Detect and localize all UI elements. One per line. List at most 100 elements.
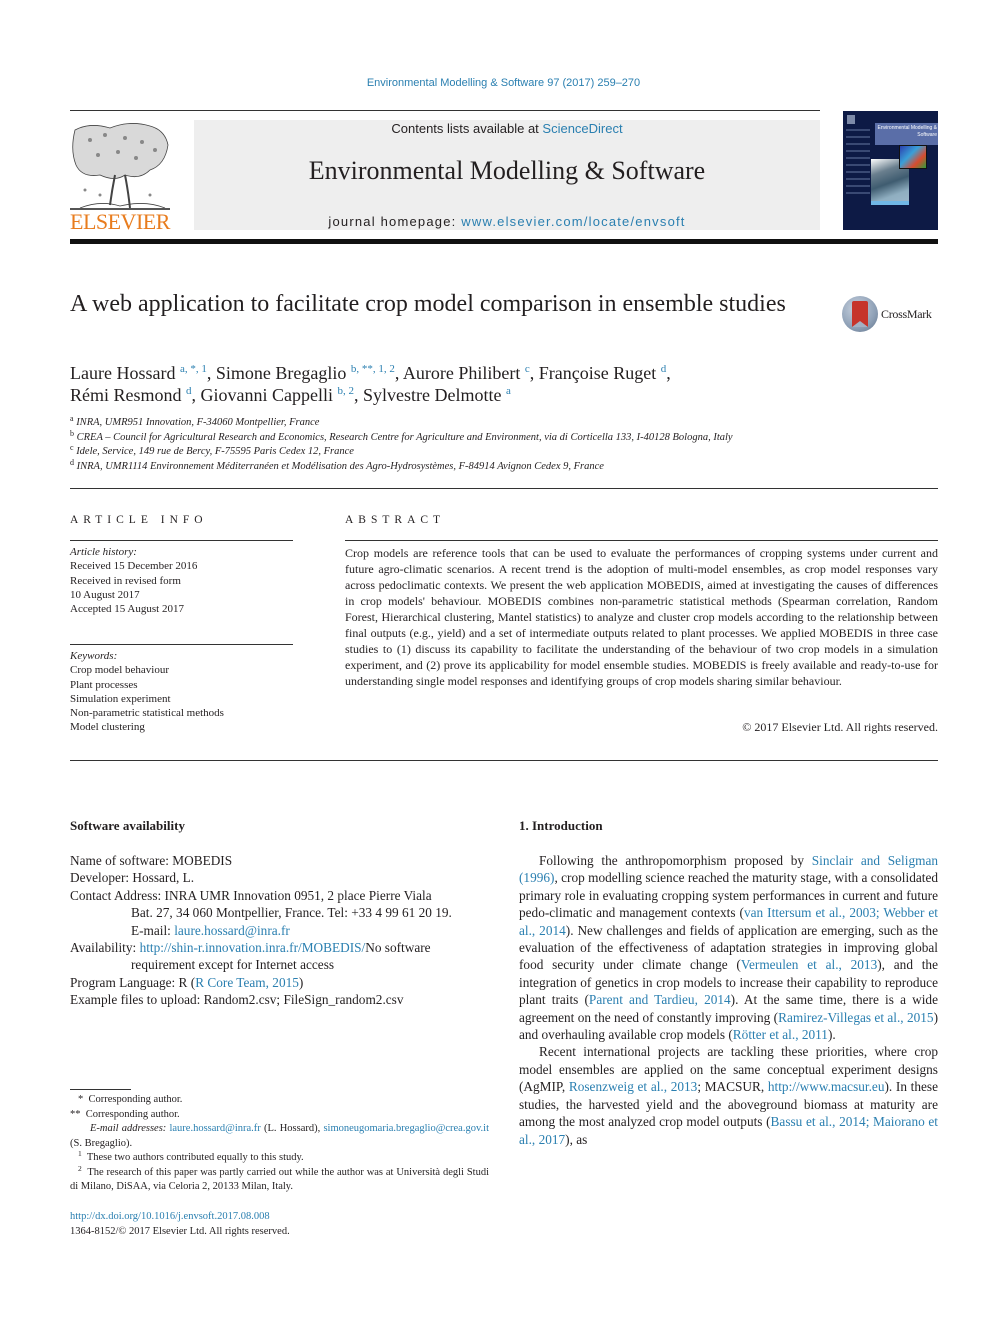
author-marks[interactable]: b, **, 1, 2 <box>351 363 395 375</box>
keyword-item: Simulation experiment <box>70 692 171 705</box>
history-item: Accepted 15 August 2017 <box>70 603 184 616</box>
software-availability-heading: Software availability <box>70 818 185 833</box>
mobedis-url-link[interactable]: http://shin-r.innovation.inra.fr/MOBEDIS… <box>140 940 366 955</box>
cover-title: Environmental Modelling & Software <box>877 125 937 138</box>
citation-link[interactable]: Ramirez-Villegas et al., 2015 <box>778 1010 934 1025</box>
paragraph-text: ), as <box>565 1131 588 1147</box>
affiliation-item: c Idele, Service, 149 rue de Bercy, F-75… <box>70 443 920 460</box>
software-name: Name of software: MOBEDIS <box>70 853 233 868</box>
software-contact-line2: Bat. 27, 34 060 Montpellier, France. Tel… <box>131 905 452 921</box>
citation-link[interactable]: Rosenzweig et al., 2013 <box>569 1079 697 1094</box>
introduction-body: Following the anthropomorphism proposed … <box>519 852 938 1148</box>
author-name[interactable]: Giovanni Cappelli <box>201 385 333 405</box>
availability-suffix: No software <box>365 940 431 956</box>
history-item: Received in revised form <box>70 574 181 587</box>
r-core-team-link[interactable]: R Core Team, 2015 <box>195 975 299 990</box>
paper-title: A web application to facilitate crop mod… <box>70 291 786 317</box>
software-examples-line: Example files to upload: Random2.csv; Fi… <box>70 992 404 1008</box>
history-item: Received 15 December 2016 <box>70 560 198 573</box>
software-availability-line2: requirement except for Internet access <box>131 957 335 973</box>
author-separator: , <box>529 363 539 383</box>
footnotes: * Corresponding author. ** Corresponding… <box>70 1093 489 1195</box>
cover-equations-decoration <box>846 129 870 199</box>
author-name[interactable]: Aurore Philibert <box>403 363 520 383</box>
section-rule <box>70 760 938 761</box>
keyword-item: Plant processes <box>70 678 138 691</box>
abstract-rule <box>345 540 938 541</box>
email-link-bregaglio[interactable]: simoneugomaria.bregaglio@crea.gov.it <box>323 1123 489 1134</box>
citation-link[interactable]: Rötter et al., 2011 <box>733 1027 828 1042</box>
elsevier-wordmark[interactable]: ELSEVIER <box>70 209 170 235</box>
footnote-2: 2 The research of this paper was partly … <box>70 1163 489 1195</box>
contents-prefix: Contents lists available at <box>391 121 543 136</box>
journal-title: Environmental Modelling & Software <box>308 156 706 185</box>
author-name[interactable]: Laure Hossard <box>70 363 175 383</box>
affiliation-text: INRA, UMR1114 Environnement Méditerranée… <box>76 460 604 472</box>
email-link-hossard[interactable]: laure.hossard@inra.fr <box>169 1123 260 1134</box>
history-item: 10 August 2017 <box>70 588 140 601</box>
footnote-text: These two authors contributed equally to… <box>86 1152 304 1163</box>
keyword-item: Model clustering <box>70 721 145 734</box>
issn-copyright: 1364-8152/© 2017 Elsevier Ltd. All right… <box>70 1226 290 1237</box>
journal-cover-image[interactable]: Environmental Modelling & Software <box>843 111 938 230</box>
author-name[interactable]: Sylvestre Delmotte <box>363 385 501 405</box>
author-name[interactable]: Rémi Resmond <box>70 385 182 405</box>
journal-header-box: Contents lists available at ScienceDirec… <box>194 120 820 230</box>
footnote-rule <box>70 1089 131 1090</box>
email-prefix: E-mail: <box>131 922 175 938</box>
citation-link[interactable]: http://www.macsur.eu <box>768 1079 885 1094</box>
keywords-rule <box>70 644 293 645</box>
author-separator: , <box>353 385 363 405</box>
keywords-list: Keywords: Crop model behaviour Plant pro… <box>70 649 300 735</box>
homepage-prefix: journal homepage: <box>328 214 462 229</box>
paragraph-text: ; MACSUR, <box>697 1079 768 1095</box>
footnote-emails: E-mail addresses: laure.hossard@inra.fr … <box>70 1122 489 1151</box>
homepage-link[interactable]: www.elsevier.com/locate/envsoft <box>461 214 685 229</box>
affiliation-key: c <box>70 443 74 452</box>
doi-link[interactable]: http://dx.doi.org/10.1016/j.envsoft.2017… <box>70 1211 270 1222</box>
software-email-link[interactable]: laure.hossard@inra.fr <box>174 923 290 938</box>
article-info-heading: ARTICLE INFO <box>70 514 208 526</box>
email-owner: (S. Bregaglio). <box>70 1137 133 1149</box>
history-label: Article history: <box>70 546 137 558</box>
affiliation-text: INRA, UMR951 Innovation, F-34060 Montpel… <box>76 417 320 428</box>
email-owner: (L. Hossard), <box>260 1123 324 1134</box>
author-marks[interactable]: a <box>506 385 511 397</box>
abstract-heading: ABSTRACT <box>345 514 446 526</box>
author-separator: , <box>206 363 216 383</box>
author-name[interactable]: Françoise Ruget <box>539 363 656 383</box>
software-contact-line1: Contact Address: INRA UMR Innovation 095… <box>70 887 432 903</box>
crossmark-notch-icon <box>852 321 868 327</box>
sciencedirect-link[interactable]: ScienceDirect <box>542 121 622 136</box>
software-availability-line: Availability: http://shin-r.innovation.i… <box>70 939 500 956</box>
availability-prefix: Availability: <box>70 940 140 956</box>
paragraph-text: Following the anthropomorphism proposed … <box>539 853 812 868</box>
affiliation-key: d <box>70 457 74 467</box>
software-language-line: Program Language: R (R Core Team, 2015) <box>70 974 500 991</box>
crossmark-button[interactable]: CrossMark <box>842 296 942 334</box>
article-history: Article history: Received 15 December 20… <box>70 545 300 616</box>
software-availability-body: Name of software: MOBEDIS Developer: Hos… <box>70 852 500 1009</box>
affiliation-key: b <box>70 428 74 438</box>
author-name[interactable]: Simone Bregaglio <box>216 363 346 383</box>
affiliation-list: a INRA, UMR951 Innovation, F-34060 Montp… <box>70 415 920 475</box>
software-developer: Developer: Hossard, L. <box>70 870 195 886</box>
contents-line: Contents lists available at ScienceDirec… <box>194 121 820 136</box>
paragraph-text: ). <box>827 1027 836 1043</box>
affiliation-item: b CREA – Council for Agricultural Resear… <box>70 428 920 446</box>
keywords-label: Keywords: <box>70 650 118 662</box>
journal-citation[interactable]: Environmental Modelling & Software 97 (2… <box>0 77 992 89</box>
citation-link[interactable]: Parent and Tardieu, 2014 <box>589 992 731 1007</box>
citation-link[interactable]: Vermeulen et al., 2013 <box>741 957 877 972</box>
affiliation-item: d INRA, UMR1114 Environnement Méditerran… <box>70 457 920 475</box>
abstract-text: Crop models are reference tools that can… <box>345 546 938 688</box>
author-separator: , <box>191 385 201 405</box>
affiliation-text: Idele, Service, 149 rue de Bercy, F-7559… <box>76 446 354 457</box>
author-marks[interactable]: a, *, 1 <box>180 363 207 375</box>
software-email-line: E-mail: laure.hossard@inra.fr <box>70 922 500 939</box>
footnote-corresponding-1: * Corresponding author. <box>78 1094 183 1105</box>
footnote-marker: 2 <box>78 1163 82 1173</box>
author-marks[interactable]: b, 2 <box>337 385 354 397</box>
language-suffix: ) <box>298 974 304 990</box>
keyword-item: Non-parametric statistical methods <box>70 707 224 720</box>
